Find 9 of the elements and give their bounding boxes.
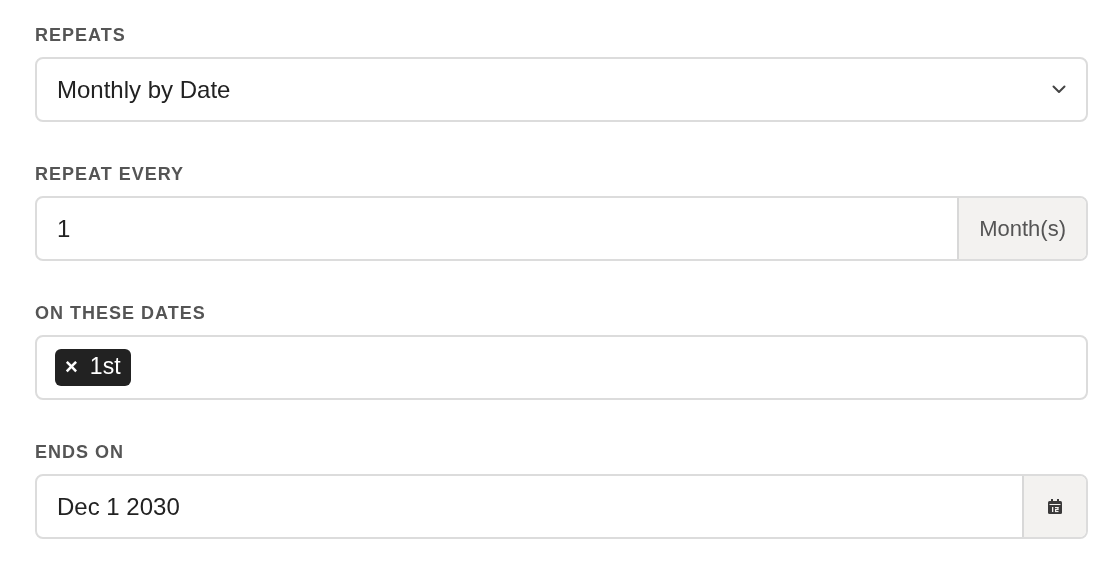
- chevron-down-icon: [1052, 85, 1066, 94]
- tag-label: 1st: [89, 353, 121, 380]
- dropdown-field[interactable]: Monthly by Date: [35, 57, 1088, 122]
- tags-input-field[interactable]: × 1st: [35, 335, 1088, 400]
- field-label: ENDS ON: [35, 441, 125, 463]
- remove-tag-button[interactable]: ×: [65, 353, 78, 380]
- field-label: REPEATS: [35, 24, 127, 46]
- field-label: ON THESE DATES: [35, 302, 207, 324]
- field-label: REPEAT EVERY: [35, 163, 186, 185]
